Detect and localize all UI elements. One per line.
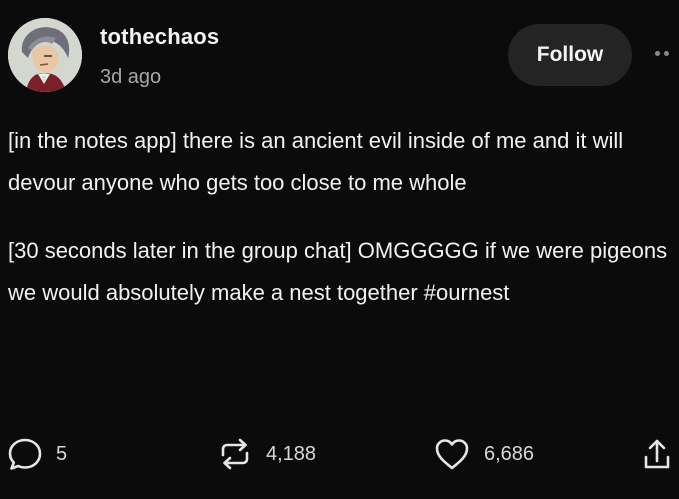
avatar[interactable]: [8, 18, 82, 92]
avatar-illustration: [8, 18, 82, 92]
reblog-arrows-icon: [216, 435, 254, 473]
more-options-icon[interactable]: [655, 46, 679, 60]
username[interactable]: tothechaos: [100, 24, 219, 50]
share-upload-icon: [640, 435, 674, 473]
speech-bubble-icon: [6, 435, 44, 473]
replies-count: 5: [56, 442, 68, 465]
post-body: [in the notes app] there is an ancient e…: [8, 120, 668, 314]
more-dot: [664, 50, 669, 56]
post-timestamp[interactable]: 3d ago: [100, 66, 161, 89]
like-button[interactable]: 6,686: [432, 432, 534, 476]
likes-count: 6,686: [484, 442, 535, 465]
post-card: tothechaos 3d ago Follow [in the notes a…: [0, 0, 679, 499]
heart-icon: [432, 435, 472, 473]
share-button[interactable]: [640, 432, 674, 476]
more-dot: [655, 50, 660, 56]
follow-button[interactable]: Follow: [508, 24, 632, 86]
reblog-button[interactable]: 4,188: [216, 432, 316, 476]
replies-button[interactable]: 5: [6, 432, 67, 476]
reblogs-count: 4,188: [266, 442, 317, 465]
post-paragraph: [30 seconds later in the group chat] OMG…: [8, 238, 668, 305]
post-paragraph: [in the notes app] there is an ancient e…: [8, 128, 624, 195]
